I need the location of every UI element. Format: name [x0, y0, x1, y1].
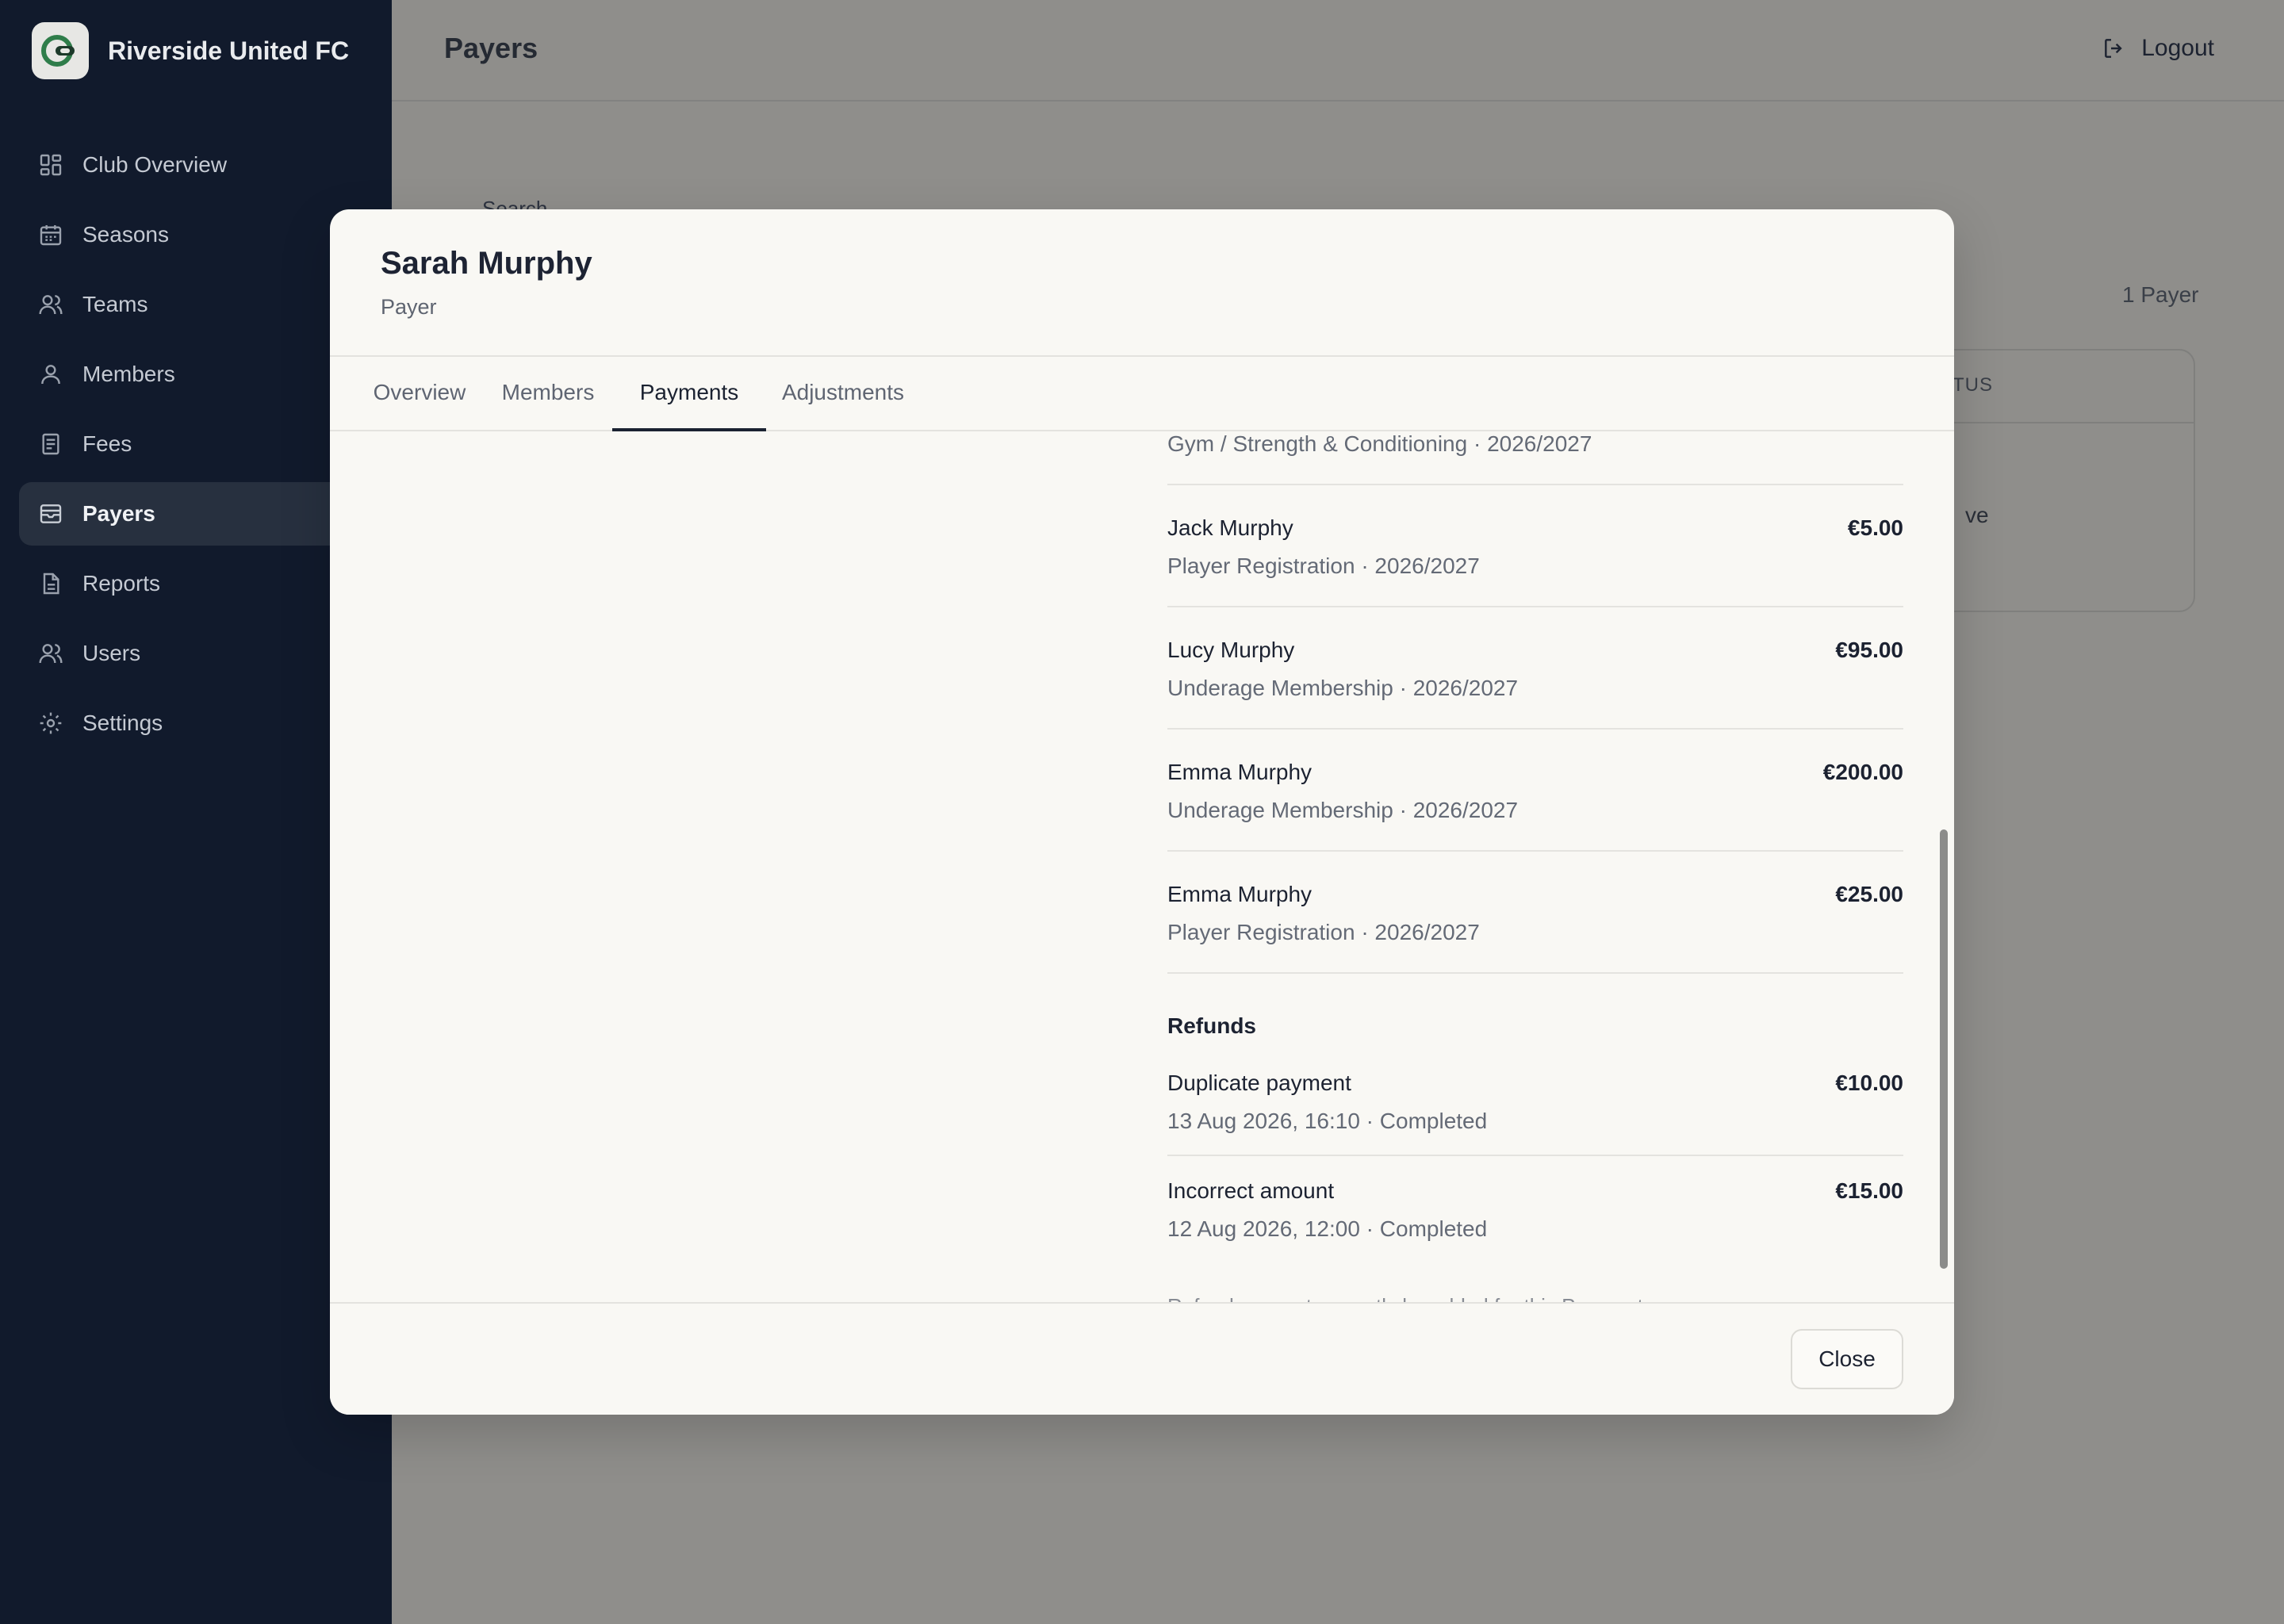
brand[interactable]: Riverside United FC — [32, 22, 349, 79]
sidebar-item-label: Seasons — [82, 222, 169, 247]
modal-footer: Close — [330, 1302, 1954, 1415]
tab-adjustments[interactable]: Adjustments — [766, 357, 920, 431]
page-title: Payers — [444, 32, 538, 64]
users-icon — [38, 641, 63, 666]
users-icon — [38, 292, 63, 317]
content-scrollbar[interactable] — [1940, 829, 1948, 1269]
payment-detail: Underage Membership · 2026/2027 — [1167, 798, 1519, 822]
club-logo-icon — [32, 22, 89, 79]
club-name: Riverside United FC — [108, 36, 350, 65]
grid-icon — [38, 152, 63, 178]
list-item: Emma Murphy €200.00 Underage Membership … — [1167, 730, 1903, 852]
logout-label: Logout — [2141, 35, 2214, 61]
list-item: Jack Murphy €5.00 Player Registration · … — [1167, 485, 1903, 607]
refund-amount: €10.00 — [1835, 1071, 1903, 1095]
calendar-icon — [38, 222, 63, 247]
gear-icon — [38, 710, 63, 736]
logout-button[interactable]: Logout — [2102, 35, 2214, 62]
payment-member-name: Emma Murphy — [1167, 760, 1313, 784]
sidebar-item-label: Reports — [82, 571, 161, 596]
list-item: Emma Murphy €25.00 Player Registration ·… — [1167, 852, 1903, 974]
refund-reason: Incorrect amount — [1167, 1178, 1335, 1203]
refund-detail: 13 Aug 2026, 16:10 · Completed — [1167, 1109, 1488, 1133]
refund-amount: €15.00 — [1835, 1178, 1903, 1203]
table-header-status: TUS — [1921, 350, 2194, 423]
table-cell-status: ve — [1965, 503, 1989, 527]
logout-icon — [2105, 39, 2122, 58]
refund-item: Duplicate payment €10.00 13 Aug 2026, 16… — [1167, 1055, 1903, 1156]
sidebar-item-label: Settings — [82, 710, 163, 735]
sidebar-item-label: Users — [82, 641, 141, 665]
sidebar-item-label: Teams — [82, 292, 148, 316]
payer-count: 1 Payer — [2122, 282, 2199, 307]
payment-detail: Underage Membership · 2026/2027 — [1167, 676, 1519, 700]
sidebar-item-label: Members — [82, 362, 175, 386]
list-item: Lucy Murphy €95.00 Underage Membership ·… — [1167, 607, 1903, 730]
sidebar-item-club-overview[interactable]: Club Overview — [19, 133, 392, 197]
close-button[interactable]: Close — [1791, 1329, 1903, 1389]
user-icon — [38, 362, 63, 387]
payments-content[interactable]: Gym / Strength & Conditioning · 2026/202… — [330, 431, 1954, 1415]
modal-tabs: Overview Members Payments Adjustments — [330, 355, 1954, 431]
refunds-heading: Refunds — [1167, 1013, 1256, 1038]
payment-amount: €200.00 — [1822, 760, 1903, 784]
payer-modal: Sarah Murphy Payer Overview Members Paym… — [330, 209, 1954, 1415]
payment-member-name: Lucy Murphy — [1167, 638, 1295, 662]
payment-amount: €25.00 — [1835, 882, 1903, 906]
list-item: Gym / Strength & Conditioning · 2026/202… — [1167, 431, 1903, 485]
payment-amount: €95.00 — [1835, 638, 1903, 662]
receipt-icon — [38, 431, 63, 457]
refund-reason: Duplicate payment — [1167, 1071, 1351, 1095]
tab-payments[interactable]: Payments — [612, 357, 766, 431]
payment-detail: Gym / Strength & Conditioning · 2026/202… — [1167, 431, 1592, 456]
top-bar: Payers Logout — [392, 0, 2284, 102]
tab-members[interactable]: Members — [484, 357, 612, 431]
payment-member-name: Jack Murphy — [1167, 515, 1293, 540]
modal-title: Sarah Murphy — [381, 246, 592, 281]
tab-overview[interactable]: Overview — [355, 357, 484, 431]
payment-detail: Player Registration · 2026/2027 — [1167, 920, 1480, 944]
sidebar-item-label: Payers — [82, 501, 155, 526]
sidebar-item-label: Fees — [82, 431, 132, 456]
refund-item: Incorrect amount €15.00 12 Aug 2026, 12:… — [1167, 1156, 1903, 1251]
modal-subtitle: Payer — [381, 295, 437, 319]
payers-table: TUS ve — [1919, 349, 2195, 612]
payment-amount: €5.00 — [1847, 515, 1903, 540]
refund-detail: 12 Aug 2026, 12:00 · Completed — [1167, 1216, 1488, 1241]
document-icon — [38, 571, 63, 596]
sidebar-item-label: Club Overview — [82, 152, 228, 177]
wallet-icon — [38, 501, 63, 527]
payment-detail: Player Registration · 2026/2027 — [1167, 553, 1480, 578]
payment-member-name: Emma Murphy — [1167, 882, 1313, 906]
